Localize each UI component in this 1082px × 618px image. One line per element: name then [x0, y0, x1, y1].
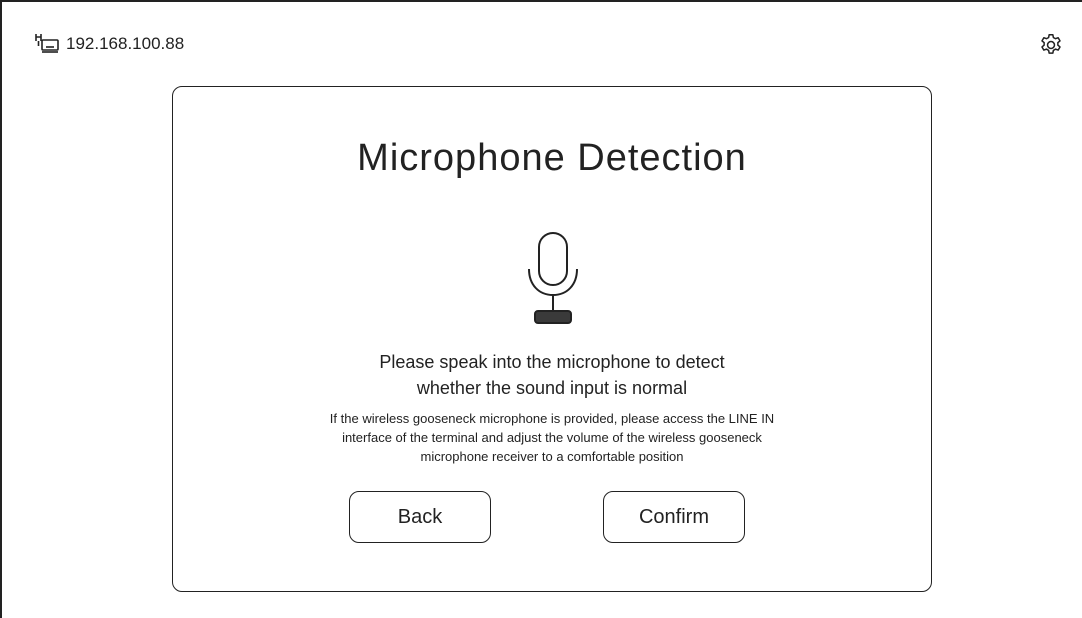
instruction-text: Please speak into the microphone to dete…	[173, 349, 931, 401]
settings-button[interactable]	[1038, 32, 1064, 58]
note-line-1: If the wireless gooseneck microphone is …	[329, 411, 775, 426]
instruction-line-1: Please speak into the microphone to dete…	[379, 352, 725, 372]
note-line-3: microphone receiver to a comfortable pos…	[420, 449, 684, 464]
microphone-icon	[519, 231, 587, 325]
dialog-title: Microphone Detection	[357, 137, 747, 179]
confirm-button[interactable]: Confirm	[603, 491, 745, 543]
microphone-detection-dialog: Microphone Detection Please speak into t…	[172, 86, 932, 592]
ethernet-monitor-icon	[34, 32, 60, 56]
network-status: 192.168.100.88	[34, 32, 184, 56]
back-button[interactable]: Back	[349, 491, 491, 543]
ip-address: 192.168.100.88	[66, 34, 185, 53]
note-line-2: interface of the terminal and adjust the…	[342, 430, 762, 445]
gooseneck-note: If the wireless gooseneck microphone is …	[263, 409, 841, 466]
gear-icon	[1041, 33, 1061, 54]
instruction-line-2: whether the sound input is normal	[416, 378, 688, 398]
